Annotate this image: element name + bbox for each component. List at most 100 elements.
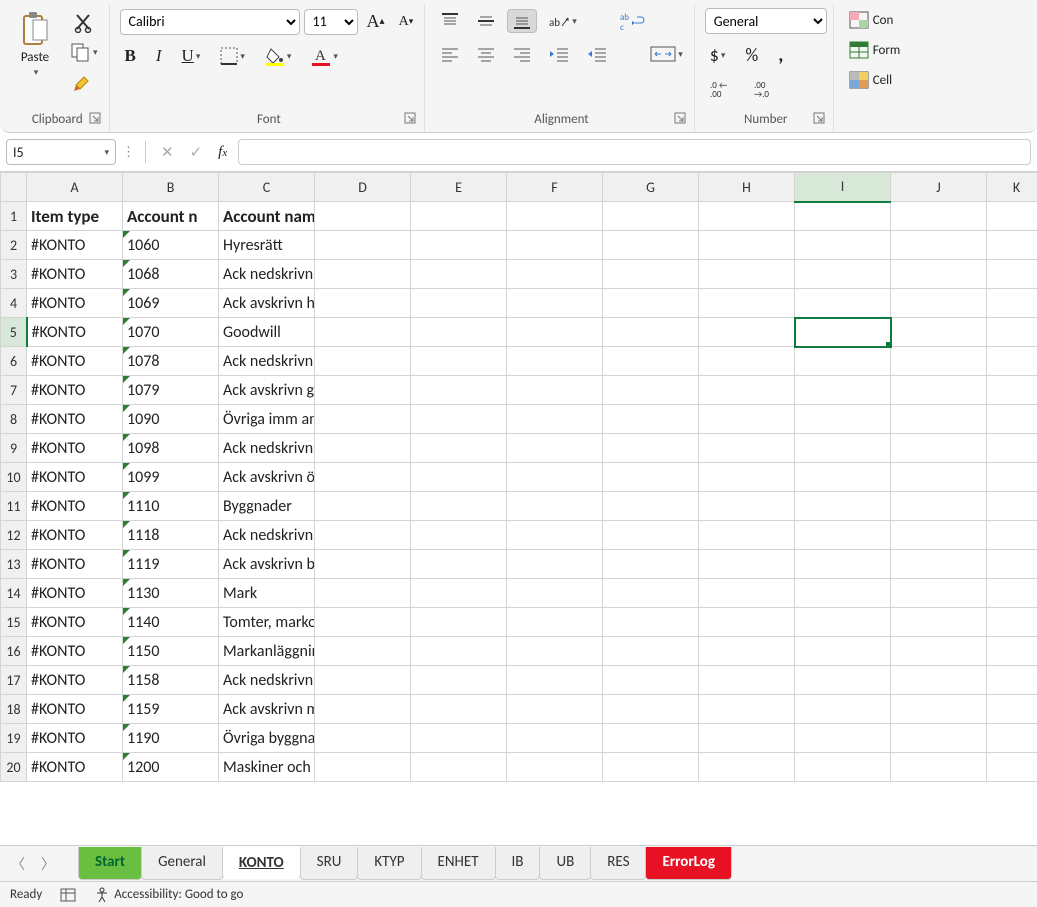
cell[interactable] (987, 608, 1037, 637)
cell[interactable] (891, 463, 987, 492)
cell[interactable]: 1068 (123, 260, 219, 289)
cell[interactable]: #KONTO (27, 521, 123, 550)
cell[interactable]: 1069 (123, 289, 219, 318)
bold-button[interactable]: B (120, 43, 141, 69)
cell[interactable] (891, 637, 987, 666)
cell[interactable] (411, 521, 507, 550)
cell[interactable] (411, 376, 507, 405)
column-header[interactable]: F (507, 173, 603, 202)
cell[interactable] (603, 463, 699, 492)
cell[interactable]: #KONTO (27, 666, 123, 695)
row-header[interactable]: 20 (1, 753, 27, 782)
row-header[interactable]: 7 (1, 376, 27, 405)
cell[interactable] (699, 608, 795, 637)
cell-styles-button[interactable]: Cell (844, 68, 897, 92)
cell[interactable] (891, 753, 987, 782)
cell[interactable] (507, 608, 603, 637)
cell[interactable] (987, 724, 1037, 753)
cell[interactable]: Ack nedskrivn byggnader (219, 521, 315, 550)
cell[interactable]: #KONTO (27, 289, 123, 318)
cell[interactable] (507, 260, 603, 289)
cell[interactable] (891, 289, 987, 318)
align-center-button[interactable] (471, 43, 501, 65)
cell[interactable]: #KONTO (27, 318, 123, 347)
cell[interactable] (507, 637, 603, 666)
cell[interactable]: #KONTO (27, 550, 123, 579)
cell[interactable] (795, 637, 891, 666)
cell[interactable] (795, 405, 891, 434)
tab-scroll-left-button[interactable]: 〈 (6, 851, 30, 877)
merge-center-button[interactable]: ▾ (645, 42, 688, 66)
cell[interactable] (603, 579, 699, 608)
cell[interactable]: Account n (123, 202, 219, 231)
cell[interactable] (603, 550, 699, 579)
cell[interactable] (603, 347, 699, 376)
cell[interactable] (699, 347, 795, 376)
cell[interactable] (411, 231, 507, 260)
cell[interactable]: #KONTO (27, 608, 123, 637)
cell[interactable] (891, 318, 987, 347)
cell[interactable] (699, 492, 795, 521)
cell[interactable] (411, 260, 507, 289)
cell[interactable] (795, 202, 891, 231)
cell[interactable] (891, 521, 987, 550)
sheet-tab-general[interactable]: General (141, 847, 223, 880)
dialog-launcher-icon[interactable] (813, 112, 827, 126)
enter-formula-button[interactable]: ✓ (185, 140, 208, 165)
cell[interactable] (891, 579, 987, 608)
cell[interactable] (507, 550, 603, 579)
cell[interactable]: 1140 (123, 608, 219, 637)
cell[interactable] (315, 695, 411, 724)
row-header[interactable]: 4 (1, 289, 27, 318)
cell[interactable]: Tomter, markomr obebyggda (219, 608, 315, 637)
cell[interactable]: 1118 (123, 521, 219, 550)
row-header[interactable]: 1 (1, 202, 27, 231)
cell[interactable] (891, 202, 987, 231)
cell[interactable]: #KONTO (27, 231, 123, 260)
cell[interactable] (987, 579, 1037, 608)
cell[interactable] (987, 521, 1037, 550)
cell[interactable]: Ack avskrivn byggnader (219, 550, 315, 579)
cell[interactable] (315, 202, 411, 231)
cell[interactable] (507, 202, 603, 231)
formula-input[interactable] (238, 139, 1031, 165)
cell[interactable] (603, 724, 699, 753)
more-icon[interactable]: ⋮ (122, 145, 135, 160)
format-as-table-button[interactable]: Form (844, 38, 906, 62)
column-header[interactable]: A (27, 173, 123, 202)
cell[interactable] (891, 376, 987, 405)
column-header[interactable]: D (315, 173, 411, 202)
cell[interactable] (411, 608, 507, 637)
row-header[interactable]: 3 (1, 260, 27, 289)
copy-button[interactable]: ▾ (64, 38, 103, 66)
cell[interactable] (603, 434, 699, 463)
cell[interactable] (315, 434, 411, 463)
cell[interactable] (699, 376, 795, 405)
wrap-text-button[interactable]: abc (614, 8, 650, 34)
dialog-launcher-icon[interactable] (674, 112, 688, 126)
cell[interactable] (507, 695, 603, 724)
cell[interactable] (315, 753, 411, 782)
cell[interactable]: Account name (219, 202, 315, 231)
cell[interactable] (507, 405, 603, 434)
align-bottom-button[interactable] (507, 9, 537, 33)
cell[interactable]: 1110 (123, 492, 219, 521)
cell[interactable] (699, 579, 795, 608)
row-header[interactable]: 5 (1, 318, 27, 347)
row-header[interactable]: 10 (1, 463, 27, 492)
cell[interactable] (795, 608, 891, 637)
cell[interactable] (411, 579, 507, 608)
cell[interactable] (891, 231, 987, 260)
cell[interactable] (699, 463, 795, 492)
cell[interactable] (603, 289, 699, 318)
cell[interactable] (699, 666, 795, 695)
row-header[interactable]: 6 (1, 347, 27, 376)
cell[interactable]: Övriga imm anl tillg (219, 405, 315, 434)
sheet-tab-enhet[interactable]: ENHET (421, 847, 496, 880)
comma-format-button[interactable]: , (773, 40, 788, 70)
cell[interactable] (795, 318, 891, 347)
row-header[interactable]: 17 (1, 666, 27, 695)
decrease-font-button[interactable]: A▾ (394, 11, 419, 33)
cell[interactable]: Övriga byggnader och mark (219, 724, 315, 753)
cell[interactable] (411, 405, 507, 434)
